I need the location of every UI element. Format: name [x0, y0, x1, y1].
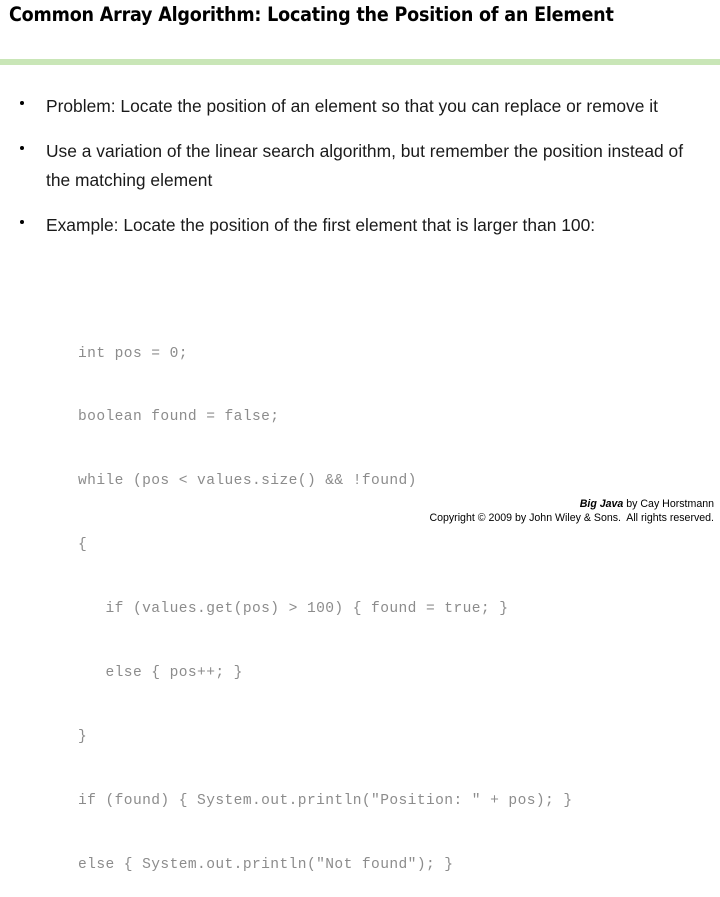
code-line: {: [78, 537, 88, 554]
list-item: Use a variation of the linear search alg…: [0, 137, 720, 195]
bullet-dot-icon: [20, 101, 24, 105]
code-line: while (pos < values.size() && !found): [78, 473, 417, 490]
code-block: int pos = 0; boolean found = false; whil…: [78, 301, 573, 897]
code-line: else { pos++; }: [78, 665, 243, 682]
footer-attribution-line: Big Java by Cay Horstmann: [0, 497, 714, 511]
code-line: else { System.out.println("Not found"); …: [78, 856, 454, 873]
code-line: if (found) { System.out.println("Positio…: [78, 792, 573, 809]
list-item: Example: Locate the position of the firs…: [0, 211, 720, 240]
bullet-list: Problem: Locate the position of an eleme…: [0, 92, 720, 256]
code-line: boolean found = false;: [78, 409, 280, 426]
list-item-text: Use a variation of the linear search alg…: [46, 141, 684, 190]
bullet-dot-icon: [20, 146, 24, 150]
code-line: }: [78, 728, 88, 745]
code-line: int pos = 0;: [78, 345, 188, 362]
page-title: Common Array Algorithm: Locating the Pos…: [9, 3, 614, 26]
footer-book-title: Big Java: [579, 498, 624, 510]
code-line: if (values.get(pos) > 100) { found = tru…: [78, 601, 509, 618]
list-item: Problem: Locate the position of an eleme…: [0, 92, 720, 121]
bullet-dot-icon: [20, 220, 24, 224]
footer: Big Java by Cay Horstmann Copyright © 20…: [0, 497, 714, 525]
list-item-text: Example: Locate the position of the firs…: [46, 215, 596, 235]
title-divider: [0, 59, 720, 65]
footer-copyright: Copyright © 2009 by John Wiley & Sons. A…: [429, 512, 714, 524]
footer-book-attribution: by Cay Horstmann: [623, 498, 714, 510]
list-item-text: Problem: Locate the position of an eleme…: [46, 96, 658, 116]
